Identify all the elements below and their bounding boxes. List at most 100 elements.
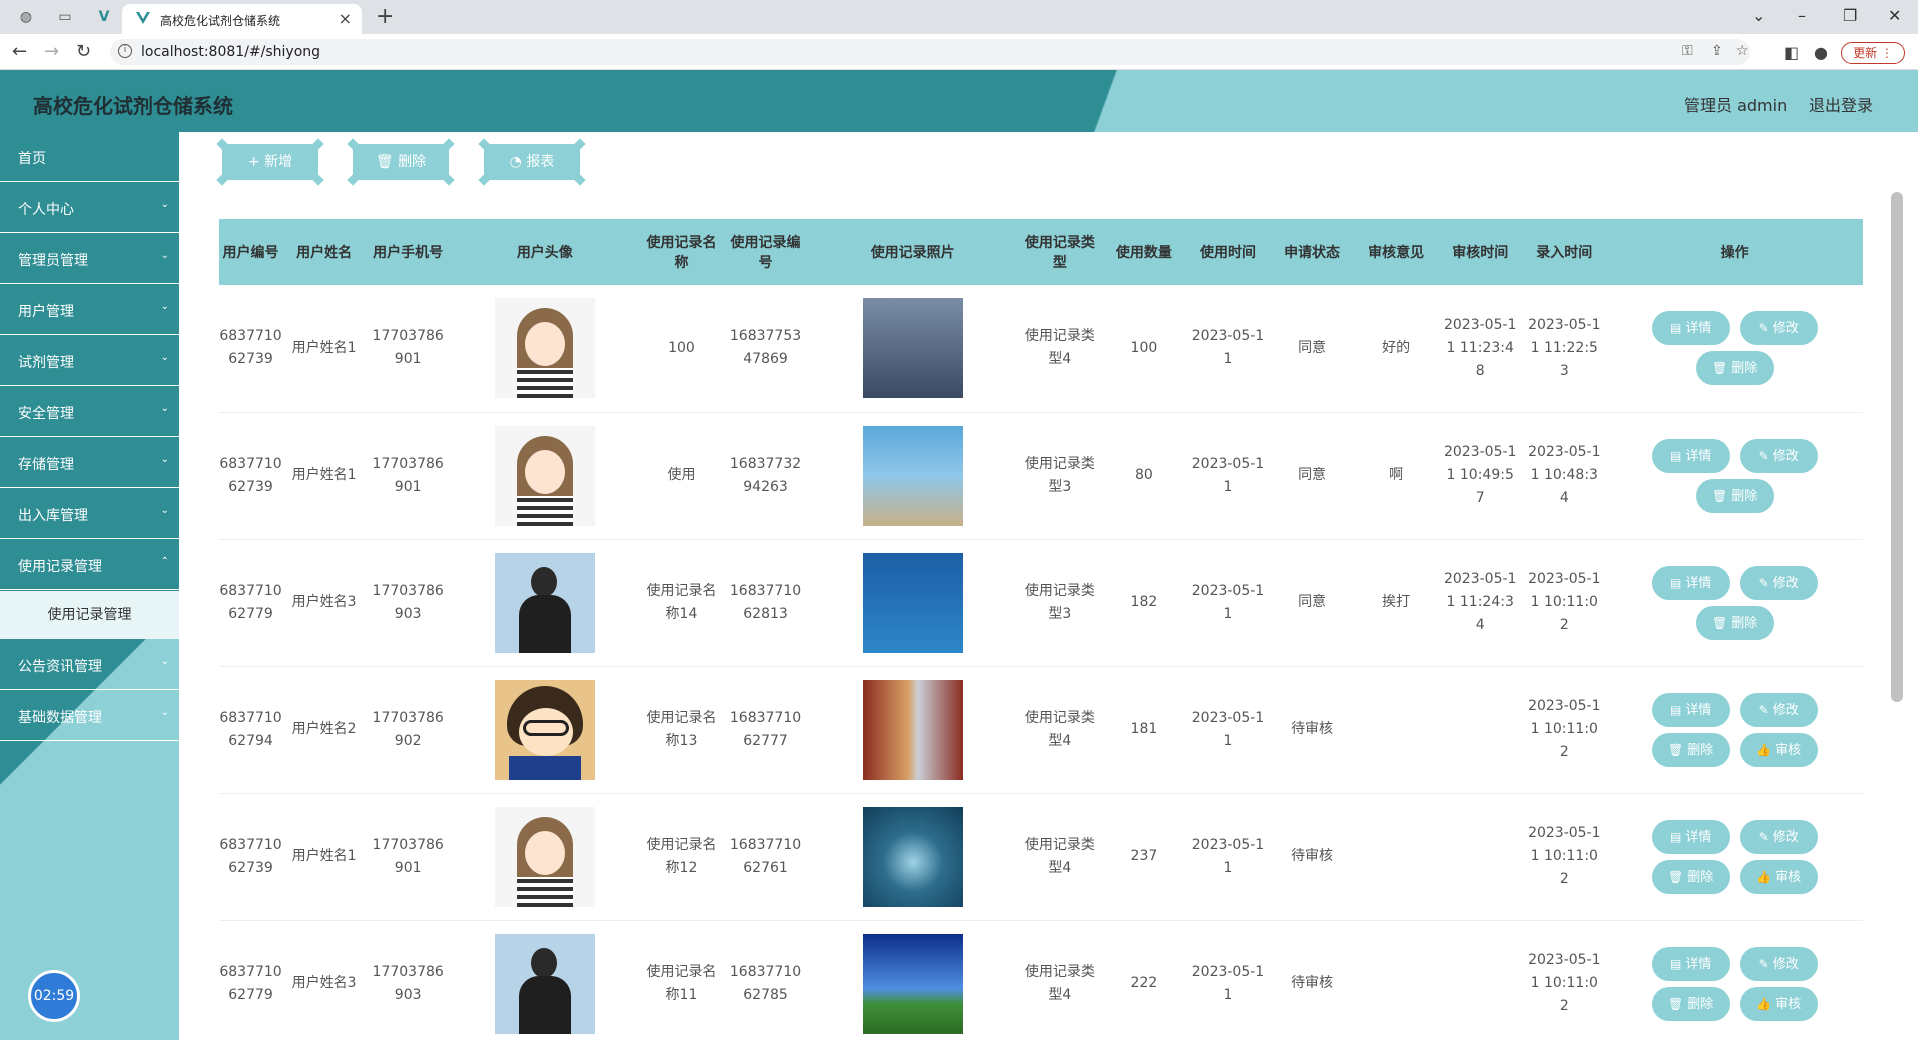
record-photo[interactable] xyxy=(862,806,963,907)
edit-button[interactable]: ✎ 修改 xyxy=(1739,692,1818,727)
bookmark-star-icon[interactable]: ☆ xyxy=(1736,43,1749,59)
trash-icon: 🗑 xyxy=(1712,615,1728,630)
sidepanel-icon[interactable]: ◧ xyxy=(1784,43,1799,62)
sidebar-item-reagents[interactable]: 试剂管理 ⌄ xyxy=(0,336,179,386)
cell-qty: 100 xyxy=(1101,285,1186,413)
row-delete-button[interactable]: 🗑 删除 xyxy=(1695,605,1774,640)
row-delete-button[interactable]: 🗑 删除 xyxy=(1651,859,1730,894)
back-icon[interactable]: ← xyxy=(12,41,27,62)
sidebar-item-base-data[interactable]: 基础数据管理 ⌄ xyxy=(0,691,179,741)
table-row: 683771062739 用户姓名1 17703786901 使用 168377… xyxy=(219,412,1863,540)
record-photo[interactable] xyxy=(862,552,963,653)
review-button[interactable]: 👍 审核 xyxy=(1739,859,1818,894)
record-photo[interactable] xyxy=(862,933,963,1034)
cell-review-time xyxy=(1438,920,1523,1040)
share-icon[interactable]: ⇪ xyxy=(1711,43,1723,59)
sidebar-item-safety[interactable]: 安全管理 ⌄ xyxy=(0,387,179,437)
chevron-down-icon: ⌄ xyxy=(160,199,169,210)
sidebar-item-admin[interactable]: 管理员管理 ⌄ xyxy=(0,234,179,284)
detail-button[interactable]: ▤ 详情 xyxy=(1651,946,1730,981)
url-bar[interactable]: i localhost:8081/#/shiyong ⚿ ⇪ ☆ xyxy=(110,39,1750,65)
avatar[interactable] xyxy=(494,425,595,526)
row-delete-button[interactable]: 🗑 删除 xyxy=(1651,986,1730,1021)
delete-label: 删除 xyxy=(1731,361,1758,377)
minimize-icon[interactable]: – xyxy=(1798,6,1806,25)
sidebar-item-profile[interactable]: 个人中心 ⌄ xyxy=(0,183,179,233)
cell-text: 683771062779 xyxy=(219,963,282,1003)
profile-icon[interactable]: ● xyxy=(1814,43,1828,62)
avatar[interactable] xyxy=(494,679,595,780)
sidebar-item-label: 存储管理 xyxy=(18,457,74,473)
avatar[interactable] xyxy=(494,806,595,907)
record-photo[interactable] xyxy=(862,425,963,526)
globe-icon[interactable]: ◍ xyxy=(16,7,36,27)
cell-text: 17703786903 xyxy=(372,582,444,622)
chart-pie-icon: ◔ xyxy=(509,154,527,170)
cell-qty: 222 xyxy=(1101,920,1186,1040)
timer-badge[interactable]: 02:59 xyxy=(28,970,80,1022)
detail-button[interactable]: ▤ 详情 xyxy=(1651,438,1730,473)
detail-button[interactable]: ▤ 详情 xyxy=(1651,311,1730,346)
record-photo[interactable] xyxy=(862,298,963,399)
restore-icon[interactable]: ❐ xyxy=(1843,6,1857,25)
record-photo[interactable] xyxy=(862,679,963,780)
key-icon[interactable]: ⚿ xyxy=(1682,43,1693,59)
edit-button[interactable]: ✎ 修改 xyxy=(1739,311,1818,346)
cell-user-no: 683771062739 xyxy=(219,793,283,921)
sidebar-item-inout[interactable]: 出入库管理 ⌄ xyxy=(0,489,179,539)
vue-logo-icon[interactable]: V xyxy=(94,7,114,27)
edit-button[interactable]: ✎ 修改 xyxy=(1739,565,1818,600)
vertical-scrollbar[interactable] xyxy=(1891,192,1903,702)
avatar[interactable] xyxy=(494,933,595,1034)
logout-button[interactable]: 退出登录 xyxy=(1809,92,1873,116)
delete-label: 删除 xyxy=(1731,488,1758,504)
row-delete-button[interactable]: 🗑 删除 xyxy=(1695,351,1774,386)
sidebar-item-storage[interactable]: 存储管理 ⌄ xyxy=(0,438,179,488)
edit-button[interactable]: ✎ 修改 xyxy=(1739,946,1818,981)
tab-close-icon[interactable]: × xyxy=(339,9,352,28)
table-row: 683771062794 用户姓名2 17703786902 使用记录名称13 … xyxy=(219,666,1863,794)
add-button[interactable]: + 新增 xyxy=(216,138,324,186)
review-label: 审核 xyxy=(1775,742,1802,758)
review-button[interactable]: 👍 审核 xyxy=(1739,732,1818,767)
avatar[interactable] xyxy=(494,298,595,399)
review-button[interactable]: 👍 审核 xyxy=(1739,986,1818,1021)
window-close-icon[interactable]: ✕ xyxy=(1888,6,1901,25)
sidebar-item-users[interactable]: 用户管理 ⌄ xyxy=(0,285,179,335)
detail-label: 详情 xyxy=(1685,956,1712,972)
detail-button[interactable]: ▤ 详情 xyxy=(1651,692,1730,727)
row-delete-button[interactable]: 🗑 删除 xyxy=(1695,478,1774,513)
sidebar-item-announcements[interactable]: 公告资讯管理 ⌄ xyxy=(0,640,179,690)
avatar[interactable] xyxy=(494,552,595,653)
new-tab-icon[interactable]: + xyxy=(376,4,394,29)
reload-icon[interactable]: ↻ xyxy=(76,41,91,62)
url-text[interactable]: localhost:8081/#/shiyong xyxy=(141,44,320,60)
detail-button[interactable]: ▤ 详情 xyxy=(1651,819,1730,854)
tab-placeholder-icon[interactable]: ▭ xyxy=(55,7,75,27)
delete-label: 删除 xyxy=(1687,742,1714,758)
cell-entry-time: 2023-05-11 10:11:02 xyxy=(1522,920,1607,1040)
sidebar-item-usage-records[interactable]: 使用记录管理 ⌃ xyxy=(0,540,179,590)
forward-icon[interactable]: → xyxy=(44,41,59,62)
tab-search-icon[interactable]: ⌄ xyxy=(1752,6,1765,25)
edit-button[interactable]: ✎ 修改 xyxy=(1739,819,1818,854)
cell-use-time: 2023-05-11 xyxy=(1185,539,1271,667)
cell-user-name: 用户姓名3 xyxy=(282,920,367,1040)
delete-button[interactable]: 🗑 删除 xyxy=(347,138,455,186)
browser-tab-active[interactable]: 高校危化试剂仓储系统 × xyxy=(122,4,362,34)
edit-button[interactable]: ✎ 修改 xyxy=(1739,438,1818,473)
report-button[interactable]: ◔ 报表 xyxy=(478,138,586,186)
detail-button[interactable]: ▤ 详情 xyxy=(1651,565,1730,600)
cell-text: 1683773294263 xyxy=(729,455,802,495)
cell-text: 用户姓名1 xyxy=(291,848,357,864)
tab-title: 高校危化试剂仓储系统 xyxy=(160,14,281,28)
edit-label: 修改 xyxy=(1772,575,1799,591)
cell-avatar xyxy=(450,793,640,921)
cell-text: 17703786902 xyxy=(372,709,444,749)
info-icon[interactable]: i xyxy=(118,44,132,58)
sidebar-item-home[interactable]: 首页 xyxy=(0,132,179,182)
browser-update-button[interactable]: 更新 ⋮ xyxy=(1841,42,1905,64)
table-header-row: 用户编号 用户姓名 用户手机号 用户头像 使用记录名称 使用记录编号 使用记录照… xyxy=(219,219,1863,285)
row-delete-button[interactable]: 🗑 删除 xyxy=(1651,732,1730,767)
sidebar-subitem-usage-records[interactable]: 使用记录管理 xyxy=(0,591,179,639)
